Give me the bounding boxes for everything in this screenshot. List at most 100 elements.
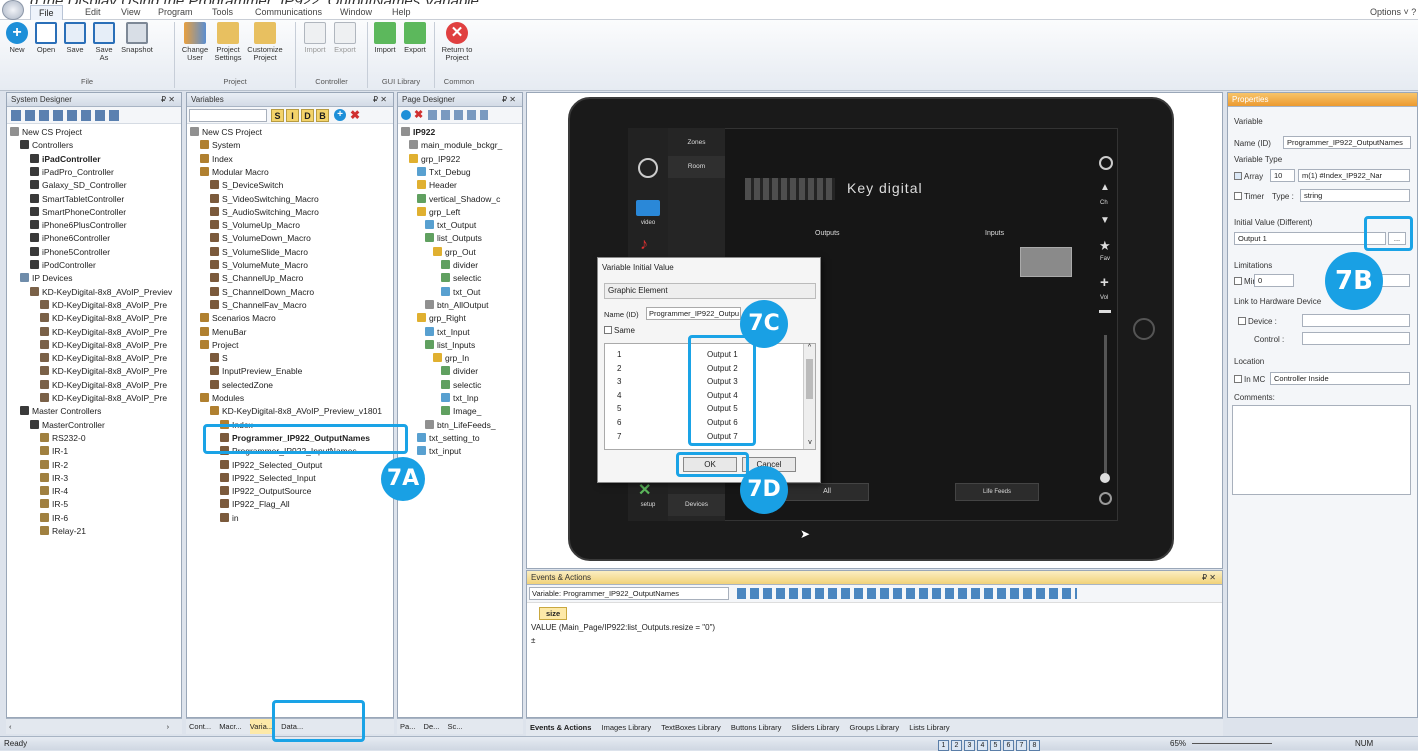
tree-item[interactable]: vertical_Shadow_c — [417, 193, 500, 206]
tree-item[interactable]: S_ChannelFav_Macro — [210, 299, 307, 312]
dialog-name-field[interactable]: Programmer_IP922_Outpu — [646, 307, 741, 320]
return-to-project-button[interactable]: ✕ Return to Project — [438, 22, 476, 62]
tab-lists-library[interactable]: Lists Library — [909, 719, 949, 736]
zones-icon[interactable] — [638, 158, 658, 178]
tree-item[interactable]: grp_IP922 — [409, 153, 460, 166]
tree-item[interactable]: txt_input — [417, 445, 461, 458]
tree-item[interactable]: Modules — [200, 392, 244, 405]
scroll-right-icon[interactable]: › — [167, 719, 170, 734]
delete-variable-icon[interactable]: ✖ — [350, 108, 360, 122]
page-number-button[interactable]: 2 — [951, 740, 962, 751]
menu-help[interactable]: Help — [392, 5, 411, 20]
tree-item[interactable]: InputPreview_Enable — [210, 365, 302, 378]
gui-export-button[interactable]: Export — [402, 22, 428, 54]
save-as-button[interactable]: Save As — [91, 22, 117, 62]
new-button[interactable]: + New — [4, 22, 30, 54]
list-scrollbar[interactable]: ^ v — [803, 344, 815, 449]
tree-item[interactable]: txt_Out — [441, 286, 480, 299]
scroll-thumb[interactable] — [806, 359, 813, 399]
tree-item[interactable]: S_VolumeDown_Macro — [210, 232, 311, 245]
tree-item[interactable]: SmartPhoneController — [30, 206, 126, 219]
controller-import-button[interactable]: Import — [302, 22, 328, 54]
tree-item[interactable]: New CS Project — [190, 126, 262, 139]
add-page-icon[interactable] — [401, 110, 411, 120]
tree-item[interactable]: Galaxy_SD_Controller — [30, 179, 127, 192]
tree-item[interactable]: in — [220, 512, 239, 525]
tree-item[interactable]: txt_Output — [425, 219, 476, 232]
menu-program[interactable]: Program — [158, 5, 193, 20]
tree-item[interactable]: txt_setting_to — [417, 432, 480, 445]
filter-b[interactable]: B — [316, 109, 329, 122]
tree-item[interactable]: Modular Macro — [200, 166, 269, 179]
tree-item[interactable]: KD-KeyDigital-8x8_AVoIP_Pre — [40, 352, 167, 365]
tree-item[interactable]: iPodController — [30, 259, 96, 272]
zoom-slider[interactable] — [1192, 743, 1272, 744]
filter-i[interactable]: I — [286, 109, 299, 122]
tree-item[interactable]: KD-KeyDigital-8x8_AVoIP_Pre — [40, 392, 167, 405]
tree-item[interactable]: grp_Out — [433, 246, 476, 259]
menu-file[interactable]: File — [30, 5, 63, 20]
delete-page-icon[interactable]: ✖ — [414, 108, 423, 121]
music-icon[interactable]: ♪ — [640, 236, 648, 254]
all-outputs-button[interactable]: All — [785, 483, 869, 501]
tab-textboxes-library[interactable]: TextBoxes Library — [661, 719, 721, 736]
page-number-button[interactable]: 5 — [990, 740, 1001, 751]
menu-tools[interactable]: Tools — [212, 5, 233, 20]
page-number-button[interactable]: 4 — [977, 740, 988, 751]
tree-item[interactable]: txt_Input — [425, 326, 470, 339]
tree-item[interactable]: IP922_Selected_Input — [220, 472, 316, 485]
tab-events-actions[interactable]: Events & Actions — [530, 719, 591, 736]
filter-s[interactable]: S — [271, 109, 284, 122]
tree-item[interactable]: IR-3 — [40, 472, 68, 485]
control-select[interactable] — [1302, 332, 1410, 345]
page-number-button[interactable]: 1 — [938, 740, 949, 751]
array-size-select[interactable]: 10 — [1270, 169, 1295, 182]
location-select[interactable]: Controller Inside — [1270, 372, 1410, 385]
tree-item[interactable]: S_ChannelUp_Macro — [210, 272, 303, 285]
scroll-down-icon[interactable]: v — [804, 439, 816, 446]
variable-select[interactable]: Variable: Programmer_IP922_OutputNames — [529, 587, 729, 600]
project-settings-button[interactable]: Project Settings — [212, 22, 244, 62]
menu-window[interactable]: Window — [340, 5, 372, 20]
tree-item[interactable]: btn_AllOutput — [425, 299, 489, 312]
tree-item[interactable]: IP922_OutputSource — [220, 485, 311, 498]
tree-item[interactable]: IP922 — [401, 126, 435, 139]
tab-scenarios[interactable]: Sc... — [447, 719, 462, 734]
tab-buttons-library[interactable]: Buttons Library — [731, 719, 781, 736]
controller-export-button[interactable]: Export — [332, 22, 358, 54]
customize-project-button[interactable]: Customize Project — [246, 22, 284, 62]
tree-item[interactable]: IR-1 — [40, 445, 68, 458]
tree-item[interactable]: iPhone6Controller — [30, 232, 110, 245]
snapshot-button[interactable]: Snapshot — [120, 22, 154, 54]
event-line-value[interactable]: VALUE (Main_Page/IP922:list_Outputs.resi… — [531, 623, 715, 632]
tab-macros[interactable]: Macr... — [219, 719, 242, 734]
pin-close-icon[interactable]: ₽ ✕ — [1202, 571, 1216, 585]
tree-item[interactable]: KD-KeyDigital-8x8_AVoIP_Pre — [40, 365, 167, 378]
tree-item[interactable]: grp_In — [433, 352, 469, 365]
array-map-select[interactable]: m(1) #Index_IP922_Nar — [1298, 169, 1410, 182]
tree-item[interactable]: IR-6 — [40, 512, 68, 525]
tree-item[interactable]: grp_Right — [417, 312, 466, 325]
name-id-field[interactable]: Programmer_IP922_OutputNames — [1283, 136, 1411, 149]
tab-pages[interactable]: Pa... — [400, 719, 415, 734]
menu-edit[interactable]: Edit — [85, 5, 101, 20]
life-feeds-button[interactable]: Life Feeds — [955, 483, 1039, 501]
variable-filter-select[interactable] — [189, 109, 267, 122]
device-select[interactable] — [1302, 314, 1410, 327]
page-number-button[interactable]: 7 — [1016, 740, 1027, 751]
tree-item[interactable]: Scenarios Macro — [200, 312, 276, 325]
volume-slider[interactable] — [1104, 335, 1107, 475]
tree-item[interactable]: IP Devices — [20, 272, 72, 285]
change-user-button[interactable]: Change User — [180, 22, 210, 62]
tree-item[interactable]: divider — [441, 259, 478, 272]
tree-item[interactable]: Txt_Debug — [417, 166, 471, 179]
tree-item[interactable]: list_Outputs — [425, 232, 482, 245]
same-checkbox[interactable]: Same — [604, 326, 635, 335]
tree-item[interactable]: KD-KeyDigital-8x8_AVoIP_Pre — [40, 299, 167, 312]
volume-knob-icon[interactable] — [1100, 473, 1110, 483]
min-value-field[interactable]: 0 — [1254, 274, 1294, 287]
save-button[interactable]: Save — [62, 22, 88, 54]
options-menu[interactable]: Options ˅ ? — [1370, 5, 1416, 20]
video-icon[interactable] — [636, 200, 660, 216]
type-select[interactable]: string — [1300, 189, 1410, 202]
